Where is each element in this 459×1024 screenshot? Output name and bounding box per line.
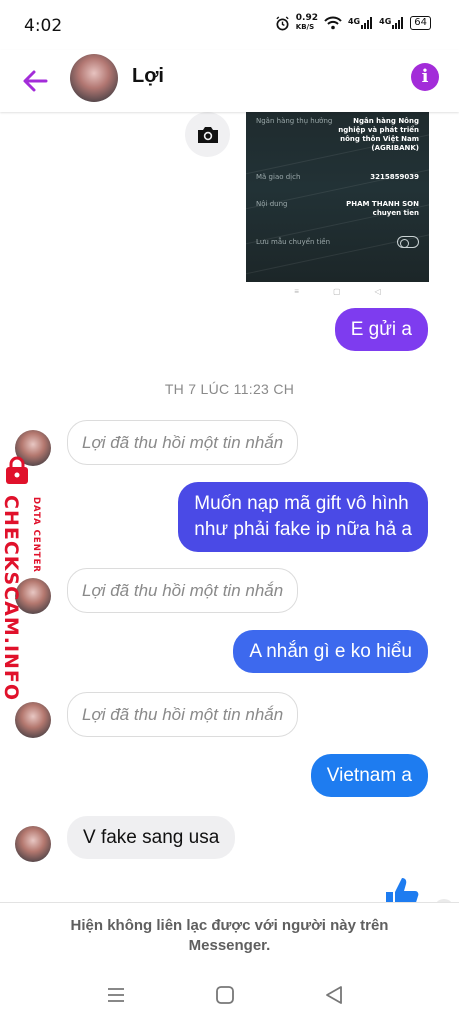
message-text: Lợi đã thu hồi một tin nhắn <box>82 433 284 452</box>
back-icon: ◁ <box>374 287 381 296</box>
battery-indicator: 64 <box>410 16 431 30</box>
message-text: Lợi đã thu hồi một tin nhắn <box>82 705 284 724</box>
bank-line: (AGRIBANK) <box>371 144 419 152</box>
watermark: CHECKSCAM.INFO DATA CENTER <box>0 455 46 701</box>
signal-bars-icon <box>361 17 373 29</box>
unreachable-notice: Hiện không liên lạc được với người này t… <box>0 902 459 968</box>
unsent-message[interactable]: Lợi đã thu hồi một tin nhắn <box>67 420 299 465</box>
chat-header: Lợi i <box>0 50 459 112</box>
contact-avatar[interactable] <box>15 826 51 862</box>
toggle-switch <box>397 236 419 248</box>
contact-avatar[interactable] <box>15 702 51 738</box>
home-icon: ▢ <box>332 287 341 296</box>
info-icon[interactable]: i <box>411 63 439 91</box>
camera-icon[interactable] <box>185 112 230 157</box>
status-time: 4:02 <box>24 16 63 36</box>
message-bubble[interactable]: E gửi a <box>334 308 428 351</box>
message-bubble[interactable]: Vietnam a <box>310 754 428 797</box>
message-text: A nhắn gì e ko hiểu <box>249 641 412 662</box>
message-bubble[interactable]: V fake sang usa <box>67 816 236 859</box>
unsent-message[interactable]: Lợi đã thu hồi một tin nhắn <box>67 692 299 737</box>
transfer-row-label: Mã giao dịch <box>256 173 301 181</box>
transfer-row-label: Lưu mẫu chuyển tiền <box>256 238 331 246</box>
contact-avatar[interactable] <box>70 54 118 102</box>
signal-1: 4G <box>348 17 373 29</box>
home-button-icon[interactable] <box>211 983 239 1007</box>
signal-1-label: 4G <box>347 17 361 26</box>
system-nav-bar <box>0 968 459 1024</box>
status-indicators: 0.92 KB/S 4G 4G 64 <box>275 14 431 32</box>
transfer-screenshot-image[interactable]: Ngân hàng thụ hưởng Ngân hàng Nông nghiệ… <box>246 112 429 282</box>
back-button-icon[interactable] <box>320 983 348 1007</box>
signal-2-label: 4G <box>379 17 392 26</box>
message-bubble[interactable]: A nhắn gì e ko hiểu <box>233 630 428 673</box>
signal-2: 4G <box>379 17 404 29</box>
bank-line: nông thôn Việt Nam <box>340 135 419 143</box>
content-line: chuyen tien <box>372 209 419 217</box>
network-speed: 0.92 KB/S <box>296 14 318 32</box>
contact-name[interactable]: Lợi <box>132 65 164 88</box>
message-text: Muốn nạp mã gift vô hình <box>194 493 409 514</box>
network-speed-unit: KB/S <box>295 23 315 31</box>
message-text: Lợi đã thu hồi một tin nhắn <box>82 581 284 600</box>
message-text: V fake sang usa <box>83 827 220 848</box>
transfer-row-label: Nội dung <box>256 200 288 208</box>
status-bar: 4:02 0.92 KB/S 4G 4G 64 <box>0 0 459 50</box>
notice-line: Messenger. <box>188 937 271 954</box>
unsent-message[interactable]: Lợi đã thu hồi một tin nhắn <box>67 568 299 613</box>
back-arrow-icon[interactable] <box>18 64 52 98</box>
bank-line: Ngân hàng Nông <box>353 117 419 125</box>
bank-line: nghiệp và phát triển <box>338 126 419 134</box>
wifi-icon <box>324 16 342 30</box>
watermark-text: CHECKSCAM.INFO <box>0 495 22 702</box>
conversation[interactable]: Ngân hàng thụ hưởng Ngân hàng Nông nghiệ… <box>0 112 459 902</box>
menu-icon: ≡ <box>294 287 299 296</box>
alarm-icon <box>276 15 289 30</box>
notice-line: Hiện không liên lạc được với người này t… <box>70 917 389 934</box>
network-speed-value: 0.92 <box>295 13 318 23</box>
message-text: như phải fake ip nữa hả a <box>194 519 412 540</box>
transfer-row-label: Ngân hàng thụ hưởng <box>256 117 333 125</box>
signal-bars-icon <box>392 17 404 29</box>
screenshot-nav-bar: ≡ ▢ ◁ <box>246 284 429 300</box>
message-text: E gửi a <box>350 319 412 340</box>
thumbs-up-icon[interactable] <box>380 874 420 902</box>
transfer-row-value: PHAM THANH SON chuyen tien <box>346 200 419 218</box>
message-bubble[interactable]: Muốn nạp mã gift vô hình như phải fake i… <box>178 482 428 552</box>
content-line: PHAM THANH SON <box>346 200 419 208</box>
lock-icon <box>6 456 28 484</box>
recents-menu-icon[interactable] <box>102 983 130 1007</box>
watermark-subtext: DATA CENTER <box>31 497 41 573</box>
transfer-row-value: 3215859039 <box>370 173 419 181</box>
transfer-row-value: Ngân hàng Nông nghiệp và phát triển nông… <box>338 117 419 153</box>
message-text: Vietnam a <box>326 765 412 786</box>
message-timestamp: TH 7 LÚC 11:23 CH <box>164 381 295 397</box>
